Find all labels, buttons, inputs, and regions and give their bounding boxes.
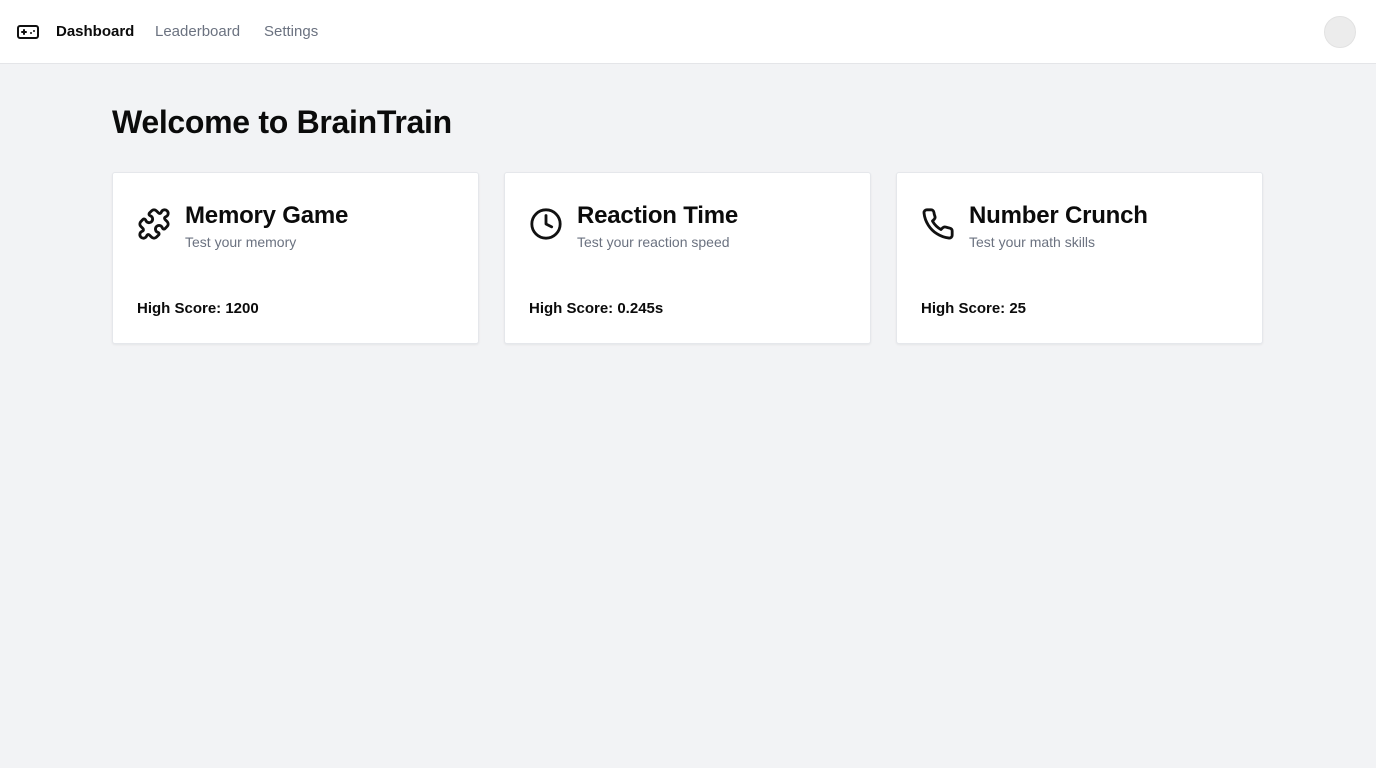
high-score: High Score: 1200 bbox=[137, 300, 259, 317]
clock-icon bbox=[530, 208, 562, 240]
high-score: High Score: 25 bbox=[921, 300, 1027, 317]
nav-leaderboard-link[interactable]: Leaderboard bbox=[155, 23, 240, 41]
nav-dashboard-link[interactable]: Dashboard bbox=[56, 23, 134, 41]
user-avatar[interactable] bbox=[1324, 16, 1356, 48]
gamepad-icon[interactable] bbox=[16, 20, 40, 44]
top-nav-bar: Dashboard Leaderboard Settings bbox=[0, 0, 1376, 64]
card-subtitle: Test your math skills bbox=[969, 234, 1096, 250]
game-card-reaction[interactable]: Reaction Time Test your reaction speed H… bbox=[504, 172, 871, 344]
card-title: Reaction Time bbox=[577, 202, 739, 229]
card-subtitle: Test your reaction speed bbox=[577, 234, 730, 250]
card-title: Memory Game bbox=[185, 202, 349, 229]
high-score: High Score: 0.245s bbox=[529, 300, 664, 317]
nav-settings-link[interactable]: Settings bbox=[264, 23, 318, 41]
game-card-number-crunch[interactable]: Number Crunch Test your math skills High… bbox=[896, 172, 1263, 344]
game-card-memory[interactable]: Memory Game Test your memory High Score:… bbox=[112, 172, 479, 344]
page-title: Welcome to BrainTrain bbox=[112, 104, 452, 140]
card-subtitle: Test your memory bbox=[185, 234, 297, 250]
puzzle-icon bbox=[138, 208, 170, 240]
card-title: Number Crunch bbox=[969, 202, 1148, 229]
phone-icon bbox=[922, 208, 954, 240]
